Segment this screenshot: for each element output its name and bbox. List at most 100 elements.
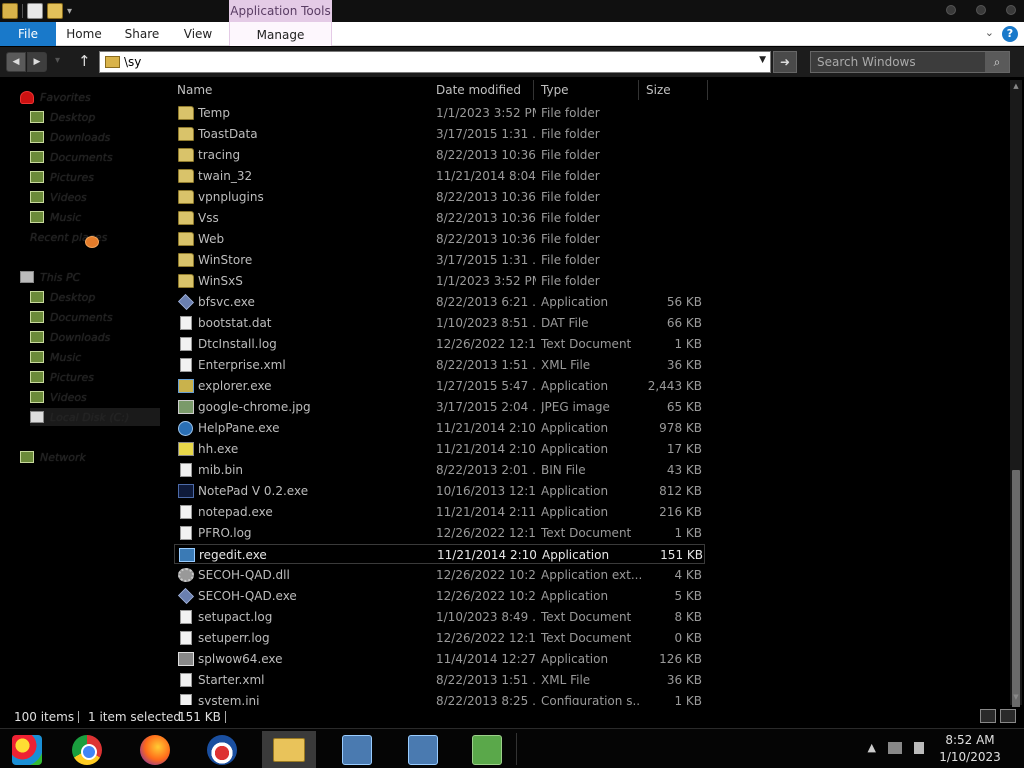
vertical-scrollbar[interactable]: ▲ ▼ xyxy=(1010,80,1022,720)
nav-fav-music[interactable]: Music xyxy=(30,208,81,226)
table-row[interactable]: Web 8/22/2013 10:36... File folder xyxy=(174,229,705,249)
column-header-date[interactable]: Date modified xyxy=(430,80,534,100)
column-header-type[interactable]: Type xyxy=(535,80,639,100)
nav-fav-videos[interactable]: Videos xyxy=(30,188,87,206)
table-row[interactable]: ToastData 3/17/2015 1:31 ... File folder xyxy=(174,124,705,144)
address-dropdown-icon[interactable]: ▼ xyxy=(759,55,766,65)
scroll-thumb[interactable] xyxy=(1012,470,1020,720)
back-button[interactable]: ◀ xyxy=(6,52,26,72)
table-row[interactable]: HelpPane.exe 11/21/2014 2:10... Applicatio… xyxy=(174,418,705,438)
table-row[interactable]: google-chrome.jpg 3/17/2015 2:04 ... JPEG … xyxy=(174,397,705,417)
table-row[interactable]: hh.exe 11/21/2014 2:10... Application 17 KB xyxy=(174,439,705,459)
search-input[interactable] xyxy=(817,54,982,70)
customize-toolbar-icon[interactable]: ▾ xyxy=(67,6,72,17)
nav-fav-desktop[interactable]: Desktop xyxy=(30,108,95,126)
table-row[interactable]: setuperr.log 12/26/2022 12:1... Text Docum… xyxy=(174,628,705,648)
column-header-name[interactable]: Name xyxy=(171,80,428,100)
tab-manage[interactable]: Manage xyxy=(229,22,332,46)
nav-label: Pictures xyxy=(50,370,95,384)
table-row[interactable]: Temp 1/1/2023 3:52 PM File folder xyxy=(174,103,705,123)
volume-icon[interactable] xyxy=(914,741,924,754)
recent-locations-icon[interactable]: ▾ xyxy=(55,55,60,66)
details-view-icon[interactable] xyxy=(980,709,996,723)
search-box[interactable]: ⌕ xyxy=(810,51,1010,73)
scroll-up-icon[interactable]: ▲ xyxy=(1011,82,1021,92)
properties-icon[interactable] xyxy=(27,3,43,19)
nav-pc-pictures[interactable]: Pictures xyxy=(30,368,94,386)
table-row[interactable]: splwow64.exe 11/4/2014 12:27... Applicatio… xyxy=(174,649,705,669)
taskbar-file-explorer[interactable] xyxy=(262,731,316,768)
table-row[interactable]: SECOH-QAD.exe 12/26/2022 10:2... Applicati… xyxy=(174,586,705,606)
search-icon[interactable]: ⌕ xyxy=(985,52,1009,72)
large-icons-view-icon[interactable] xyxy=(1000,709,1016,723)
table-row[interactable]: Vss 8/22/2013 10:36... File folder xyxy=(174,208,705,228)
table-row[interactable]: tracing 8/22/2013 10:36... File folder xyxy=(174,145,705,165)
file-type: Application xyxy=(541,295,609,309)
table-row[interactable]: setupact.log 1/10/2023 8:49 ... Text Docum… xyxy=(174,607,705,627)
minimize-button[interactable] xyxy=(946,5,956,15)
taskbar-network-tool-1[interactable] xyxy=(330,731,384,768)
table-row[interactable]: twain_32 11/21/2014 8:04... File folder xyxy=(174,166,705,186)
show-hidden-icons-icon[interactable]: ▲ xyxy=(868,741,876,754)
table-row[interactable]: vpnplugins 8/22/2013 10:36... File folder xyxy=(174,187,705,207)
table-row[interactable]: NotePad V 0.2.exe 10/16/2013 12:1... Appli… xyxy=(174,481,705,501)
table-row[interactable]: mib.bin 8/22/2013 2:01 ... BIN File 43 KB xyxy=(174,460,705,480)
table-row[interactable]: explorer.exe 1/27/2015 5:47 ... Applicatio… xyxy=(174,376,705,396)
taskbar-firefox[interactable] xyxy=(128,731,182,768)
table-row[interactable]: bootstat.dat 1/10/2023 8:51 ... DAT File 66… xyxy=(174,313,705,333)
table-row[interactable]: WinStore 3/17/2015 1:31 ... File folder xyxy=(174,250,705,270)
table-row[interactable]: PFRO.log 12/26/2022 12:1... Text Document 1… xyxy=(174,523,705,543)
tab-view[interactable]: View xyxy=(178,22,218,46)
address-bar[interactable]: ▼ xyxy=(99,51,771,73)
network-icon xyxy=(20,451,34,463)
nav-pc-videos[interactable]: Videos xyxy=(30,388,87,406)
file-name: Temp xyxy=(198,106,230,120)
go-button[interactable]: ➜ xyxy=(773,51,797,73)
nav-pc-desktop[interactable]: Desktop xyxy=(30,288,95,306)
taskbar-users-app[interactable] xyxy=(460,731,514,768)
tab-share[interactable]: Share xyxy=(120,22,164,46)
nav-network[interactable]: Network xyxy=(20,448,86,466)
folder-icon[interactable] xyxy=(2,3,18,19)
nav-fav-downloads[interactable]: Downloads xyxy=(30,128,110,146)
nav-fav-documents[interactable]: Documents xyxy=(30,148,113,166)
table-row[interactable]: system.ini 8/22/2013 8:25 ... Configuratio… xyxy=(174,691,705,705)
table-row[interactable]: regedit.exe 11/21/2014 2:10... Application… xyxy=(174,544,705,564)
taskbar-chrome[interactable] xyxy=(60,731,114,768)
scroll-down-icon[interactable]: ▼ xyxy=(1011,693,1021,703)
tab-home[interactable]: Home xyxy=(62,22,106,46)
tab-file[interactable]: File xyxy=(0,22,56,46)
table-row[interactable]: Starter.xml 8/22/2013 1:51 ... XML File 36 … xyxy=(174,670,705,690)
nav-fav-recent[interactable]: Recent places xyxy=(30,228,107,248)
start-button[interactable] xyxy=(0,731,54,768)
table-row[interactable]: bfsvc.exe 8/22/2013 6:21 ... Application 56… xyxy=(174,292,705,312)
network-status-icon[interactable] xyxy=(888,741,902,754)
maximize-button[interactable] xyxy=(976,5,986,15)
nav-pc-downloads[interactable]: Downloads xyxy=(30,328,110,346)
pictures-icon xyxy=(30,171,44,183)
nav-this-pc[interactable]: This PC xyxy=(20,268,80,286)
nav-fav-pictures[interactable]: Pictures xyxy=(30,168,94,186)
nav-favorites[interactable]: Favorites xyxy=(20,88,91,106)
column-header-size[interactable]: Size xyxy=(640,80,708,100)
forward-button[interactable]: ▶ xyxy=(27,52,47,72)
taskbar-campaign-app[interactable] xyxy=(195,731,249,768)
help-icon[interactable]: ? xyxy=(1002,26,1018,42)
taskbar-network-tool-2[interactable] xyxy=(396,731,450,768)
file-date: 11/21/2014 2:10... xyxy=(437,548,537,562)
nav-pc-music[interactable]: Music xyxy=(30,348,81,366)
close-button[interactable] xyxy=(1006,5,1016,15)
table-row[interactable]: notepad.exe 11/21/2014 2:11... Application… xyxy=(174,502,705,522)
divider xyxy=(516,733,517,765)
new-folder-icon[interactable] xyxy=(47,3,63,19)
table-row[interactable]: DtcInstall.log 12/26/2022 12:1... Text Doc… xyxy=(174,334,705,354)
up-button[interactable]: ↑ xyxy=(78,52,91,70)
expand-ribbon-icon[interactable]: ⌄ xyxy=(985,26,994,39)
clock[interactable]: 8:52 AM 1/10/2023 xyxy=(930,732,1010,766)
nav-pc-documents[interactable]: Documents xyxy=(30,308,113,326)
address-input[interactable] xyxy=(124,54,744,70)
table-row[interactable]: SECOH-QAD.dll 12/26/2022 10:2... Applicati… xyxy=(174,565,705,585)
table-row[interactable]: WinSxS 1/1/2023 3:52 PM File folder xyxy=(174,271,705,291)
nav-pc-local-disk[interactable]: Local Disk (C:) xyxy=(30,408,160,426)
table-row[interactable]: Enterprise.xml 8/22/2013 1:51 ... XML File… xyxy=(174,355,705,375)
